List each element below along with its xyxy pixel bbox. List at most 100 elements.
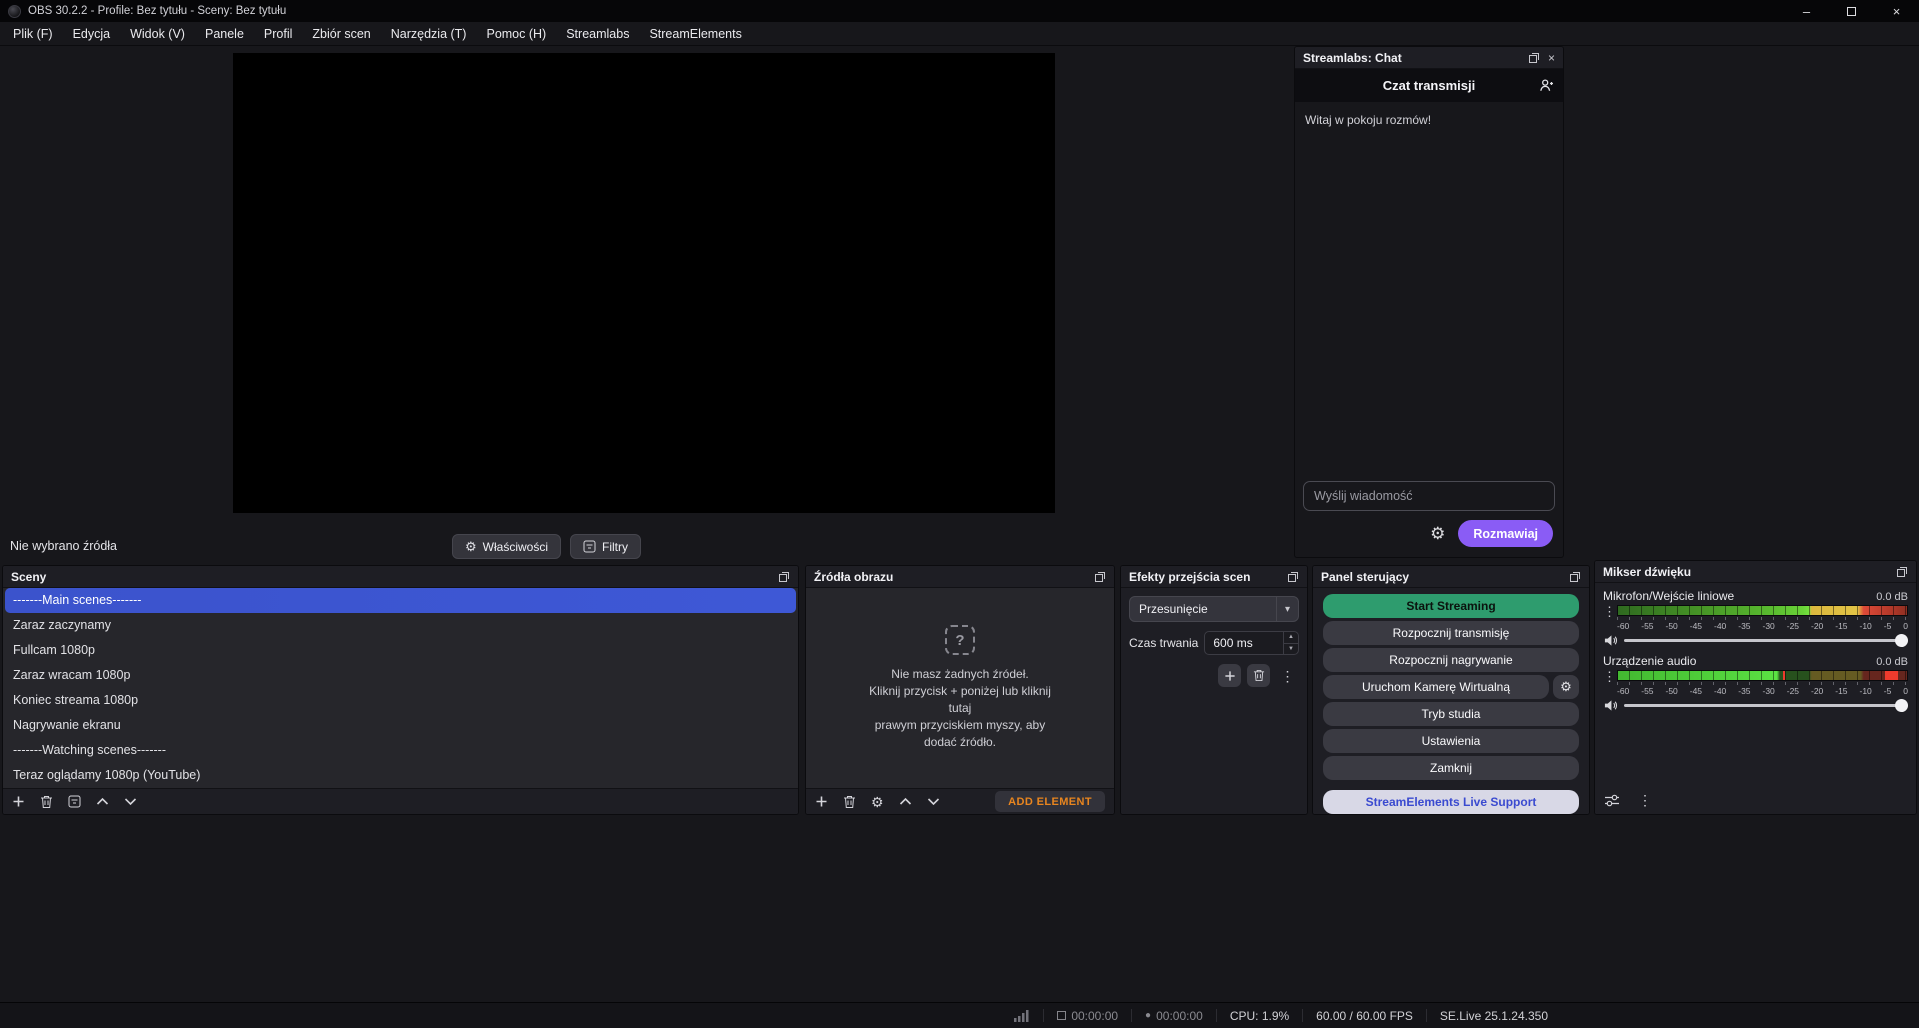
studio-mode-button[interactable]: Tryb studia [1323,702,1579,726]
menu-item[interactable]: Widok (V) [120,22,195,46]
menu-item[interactable]: Plik (F) [3,22,63,46]
slider-track [1624,639,1908,642]
menu-item[interactable]: Profil [254,22,302,46]
menu-item[interactable]: Zbiór scen [302,22,380,46]
add-source-button[interactable] [815,795,828,808]
chat-message-input[interactable] [1303,481,1555,511]
channel-menu-button[interactable]: ⋮ [1603,605,1616,631]
preview-canvas[interactable] [233,53,1055,513]
remove-scene-button[interactable] [40,795,53,809]
spin-up-icon[interactable]: ▲ [1284,632,1298,644]
streamlabs-chat-dock: Streamlabs: Chat × Czat transmisji Witaj… [1294,46,1564,558]
popout-icon[interactable] [1896,566,1908,578]
close-obs-button[interactable]: Zamknij [1323,756,1579,780]
scene-item[interactable]: Teraz oglądamy 1080p (YouTube) [3,763,798,788]
move-scene-up-button[interactable] [96,797,109,806]
popout-icon[interactable] [778,571,790,583]
close-icon: × [1547,50,1555,65]
properties-button[interactable]: ⚙ Właściwości [452,534,561,559]
scene-item[interactable]: Zaraz zaczynamy [3,613,798,638]
start-broadcast-button[interactable]: Rozpocznij transmisję [1323,621,1579,645]
move-source-down-button[interactable] [927,797,940,806]
clip-indicator [1885,671,1899,680]
menu-item[interactable]: StreamElements [639,22,751,46]
source-properties-button[interactable]: ⚙ [871,795,884,809]
popout-icon[interactable] [1528,52,1540,64]
channel-menu-button[interactable]: ⋮ [1603,670,1616,696]
add-scene-button[interactable] [12,795,25,808]
meter-scale-label: -45 [1689,686,1703,696]
scenes-toolbar [3,788,798,814]
kebab-icon: ⋮ [1603,604,1616,619]
speaker-icon[interactable] [1603,634,1618,647]
volume-slider[interactable] [1624,699,1908,712]
transition-menu-button[interactable]: ⋮ [1276,664,1299,687]
chat-send-button[interactable]: Rozmawiaj [1458,520,1553,547]
chat-room-header: Czat transmisji [1295,69,1563,102]
viewer-list-icon[interactable] [1539,78,1554,93]
menu-item[interactable]: Streamlabs [556,22,639,46]
remove-transition-button[interactable] [1247,664,1270,687]
popout-icon[interactable] [1569,571,1581,583]
meter-scale-label: -55 [1641,621,1654,631]
scene-item[interactable]: Zaraz wracam 1080p [3,663,798,688]
popout-icon[interactable] [1094,571,1106,583]
menu-item[interactable]: Panele [195,22,254,46]
popout-icon[interactable] [1287,571,1299,583]
add-transition-button[interactable] [1218,664,1241,687]
sources-empty-state[interactable]: ? Nie masz żadnych źródeł. Kliknij przyci… [806,588,1114,788]
menu-item[interactable]: Narzędzia (T) [381,22,477,46]
se-live-support-button[interactable]: StreamElements Live Support [1323,790,1579,814]
minimize-button[interactable]: – [1784,0,1829,22]
sources-empty-line: Kliknij przycisk + poniżej lub kliknij [869,684,1051,698]
close-dock-button[interactable]: × [1548,52,1555,64]
selive-version: SE.Live 25.1.24.350 [1439,1008,1548,1023]
statusbar-divider [1043,1009,1045,1022]
scene-item[interactable]: Koniec streama 1080p [3,688,798,713]
start-recording-button[interactable]: Rozpocznij nagrywanie [1323,648,1579,672]
remove-source-button[interactable] [843,795,856,809]
scene-item[interactable]: -------Watching scenes------- [3,738,798,763]
volume-slider[interactable] [1624,634,1908,647]
scene-item[interactable]: -------Main scenes------- [5,588,796,613]
chat-settings-button[interactable]: ⚙ [1430,525,1445,542]
audio-mixer-dock: Mikser dźwięku Mikrofon/Wejście liniowe … [1594,560,1917,815]
meter-scale-label: -10 [1859,621,1872,631]
menu-item[interactable]: Edycja [63,22,121,46]
question-mark-icon: ? [945,625,975,655]
settings-button[interactable]: Ustawienia [1323,729,1579,753]
controls-dock-header: Panel sterujący [1313,566,1589,588]
scene-filters-button[interactable] [68,795,81,808]
mixer-menu-button[interactable]: ⋮ [1638,793,1652,807]
close-button[interactable]: × [1874,0,1919,22]
spin-down-icon[interactable]: ▼ [1284,644,1298,655]
start-streaming-button[interactable]: Start Streaming [1323,594,1579,618]
menu-item[interactable]: Pomoc (H) [476,22,556,46]
minimize-icon: – [1802,3,1811,19]
virtual-camera-button[interactable]: Uruchom Kamerę Wirtualną [1323,675,1549,699]
gear-icon: ⚙ [1430,524,1446,543]
stream-time-value: 00:00:00 [1071,1008,1119,1023]
spinner-arrows[interactable]: ▲ ▼ [1283,632,1298,654]
move-scene-down-button[interactable] [124,797,137,806]
mixer-channel-mic: Mikrofon/Wejście liniowe 0.0 dB ⋮ -60 -55… [1603,589,1908,647]
filters-button[interactable]: Filtry [570,534,641,559]
transitions-dock: Efekty przejścia scen Przesunięcie ▾ Cza… [1120,565,1308,815]
meter-scale: -60 -55 -50 -45 -40 -35 -30 -25 -20 -15 -10 -5 0 [1617,686,1908,696]
add-element-button[interactable]: ADD ELEMENT [995,791,1105,812]
virtual-camera-settings-button[interactable]: ⚙ [1553,675,1579,699]
record-dot-icon: ● [1145,1010,1152,1021]
advanced-audio-button[interactable] [1604,794,1620,807]
transition-select[interactable]: Przesunięcie ▾ [1129,596,1299,622]
speaker-icon[interactable] [1603,699,1618,712]
move-source-up-button[interactable] [899,797,912,806]
volume-slider-handle[interactable] [1895,634,1908,647]
scenes-dock-title: Sceny [11,569,47,584]
scene-item[interactable]: Fullcam 1080p [3,638,798,663]
duration-spinner[interactable]: 600 ms ▲ ▼ [1204,631,1299,655]
scene-item[interactable]: Nagrywanie ekranu [3,713,798,738]
meter-bar [1617,670,1908,681]
maximize-button[interactable] [1829,0,1874,22]
volume-slider-handle[interactable] [1895,699,1908,712]
meter-scale-label: -30 [1762,686,1775,696]
